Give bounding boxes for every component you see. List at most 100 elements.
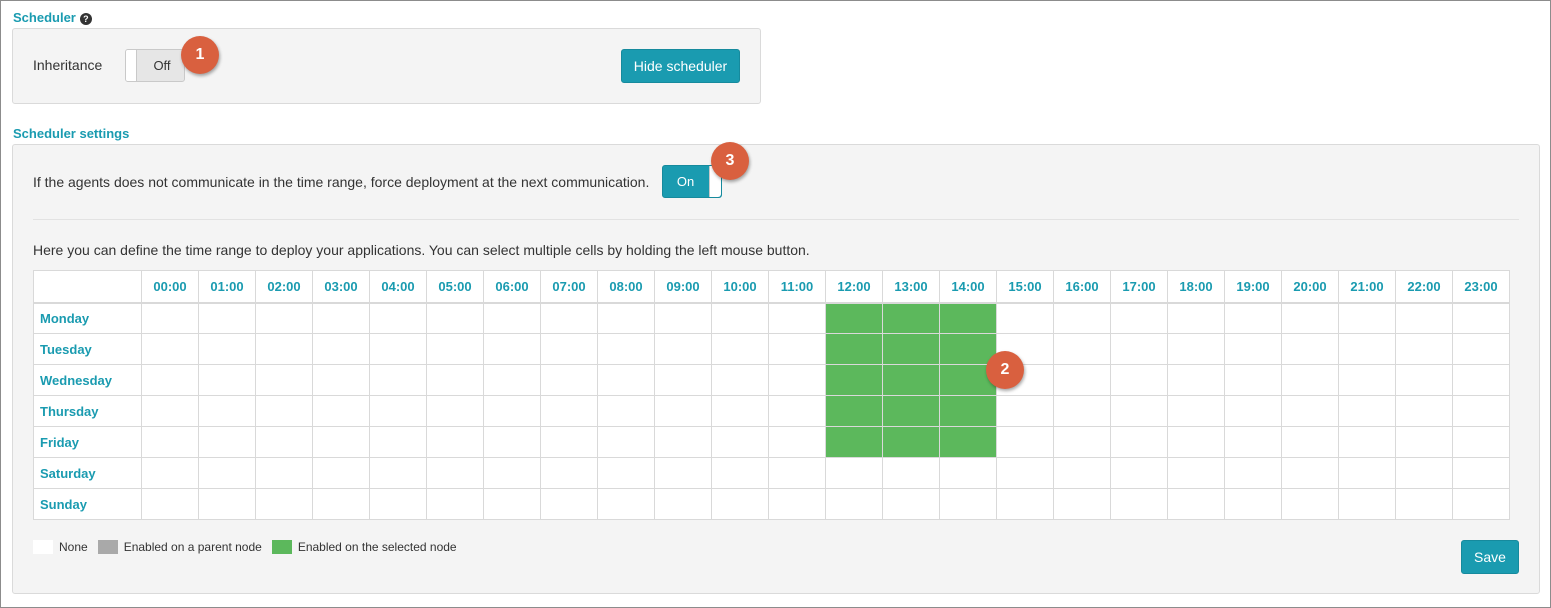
schedule-cell[interactable] [312,333,370,365]
schedule-cell[interactable] [1338,457,1396,489]
schedule-cell[interactable] [825,364,883,396]
schedule-cell[interactable] [939,457,997,489]
schedule-cell[interactable] [939,426,997,458]
hour-header[interactable]: 07:00 [540,270,598,304]
hour-header[interactable]: 21:00 [1338,270,1396,304]
schedule-cell[interactable] [369,364,427,396]
schedule-cell[interactable] [426,457,484,489]
day-label[interactable]: Wednesday [33,364,142,396]
schedule-cell[interactable] [198,488,256,520]
schedule-cell[interactable] [1452,426,1510,458]
schedule-cell[interactable] [1395,488,1453,520]
schedule-cell[interactable] [426,395,484,427]
schedule-cell[interactable] [1452,364,1510,396]
schedule-cell[interactable] [996,302,1054,334]
schedule-cell[interactable] [1053,426,1111,458]
hour-header[interactable]: 05:00 [426,270,484,304]
day-label[interactable]: Saturday [33,457,142,489]
schedule-cell[interactable] [1281,488,1339,520]
schedule-cell[interactable] [1224,333,1282,365]
schedule-cell[interactable] [540,488,598,520]
schedule-cell[interactable] [255,488,313,520]
schedule-cell[interactable] [1395,457,1453,489]
schedule-cell[interactable] [369,302,427,334]
schedule-cell[interactable] [483,488,541,520]
schedule-cell[interactable] [198,457,256,489]
schedule-cell[interactable] [597,457,655,489]
schedule-cell[interactable] [1167,364,1225,396]
hour-header[interactable]: 14:00 [939,270,997,304]
schedule-cell[interactable] [768,426,826,458]
schedule-cell[interactable] [711,395,769,427]
schedule-cell[interactable] [882,488,940,520]
schedule-cell[interactable] [825,426,883,458]
schedule-cell[interactable] [312,426,370,458]
schedule-cell[interactable] [426,364,484,396]
schedule-cell[interactable] [426,333,484,365]
hour-header[interactable]: 09:00 [654,270,712,304]
schedule-cell[interactable] [198,426,256,458]
schedule-cell[interactable] [369,333,427,365]
schedule-cell[interactable] [1167,333,1225,365]
schedule-cell[interactable] [312,302,370,334]
schedule-cell[interactable] [1452,395,1510,427]
schedule-cell[interactable] [1167,395,1225,427]
schedule-cell[interactable] [597,302,655,334]
schedule-cell[interactable] [369,457,427,489]
schedule-cell[interactable] [1053,457,1111,489]
schedule-cell[interactable] [255,364,313,396]
hour-header[interactable]: 17:00 [1110,270,1168,304]
schedule-cell[interactable] [1395,302,1453,334]
schedule-cell[interactable] [996,457,1054,489]
schedule-cell[interactable] [1110,457,1168,489]
schedule-cell[interactable] [198,395,256,427]
hour-header[interactable]: 08:00 [597,270,655,304]
schedule-cell[interactable] [597,333,655,365]
schedule-cell[interactable] [141,333,199,365]
schedule-cell[interactable] [1053,302,1111,334]
schedule-cell[interactable] [255,333,313,365]
hour-header[interactable]: 15:00 [996,270,1054,304]
schedule-cell[interactable] [996,488,1054,520]
schedule-cell[interactable] [540,457,598,489]
schedule-cell[interactable] [1053,488,1111,520]
hour-header[interactable]: 20:00 [1281,270,1339,304]
schedule-cell[interactable] [141,457,199,489]
hour-header[interactable]: 10:00 [711,270,769,304]
schedule-cell[interactable] [711,364,769,396]
schedule-cell[interactable] [369,395,427,427]
schedule-cell[interactable] [483,395,541,427]
schedule-cell[interactable] [1224,364,1282,396]
schedule-cell[interactable] [768,395,826,427]
schedule-cell[interactable] [255,302,313,334]
schedule-cell[interactable] [1281,302,1339,334]
hour-header[interactable]: 03:00 [312,270,370,304]
hour-header[interactable]: 01:00 [198,270,256,304]
schedule-cell[interactable] [768,488,826,520]
schedule-cell[interactable] [1053,333,1111,365]
schedule-cell[interactable] [198,333,256,365]
schedule-cell[interactable] [141,395,199,427]
schedule-cell[interactable] [1167,426,1225,458]
schedule-cell[interactable] [1338,395,1396,427]
schedule-cell[interactable] [1338,302,1396,334]
schedule-cell[interactable] [825,488,883,520]
schedule-cell[interactable] [882,426,940,458]
schedule-cell[interactable] [825,457,883,489]
schedule-cell[interactable] [939,302,997,334]
day-label[interactable]: Friday [33,426,142,458]
schedule-cell[interactable] [1452,302,1510,334]
schedule-cell[interactable] [654,333,712,365]
schedule-cell[interactable] [312,395,370,427]
schedule-cell[interactable] [711,333,769,365]
schedule-cell[interactable] [768,333,826,365]
schedule-cell[interactable] [1338,426,1396,458]
schedule-cell[interactable] [1110,364,1168,396]
day-label[interactable]: Tuesday [33,333,142,365]
schedule-cell[interactable] [426,488,484,520]
schedule-cell[interactable] [825,333,883,365]
schedule-cell[interactable] [1224,395,1282,427]
schedule-cell[interactable] [882,333,940,365]
hour-header[interactable]: 13:00 [882,270,940,304]
schedule-cell[interactable] [255,457,313,489]
